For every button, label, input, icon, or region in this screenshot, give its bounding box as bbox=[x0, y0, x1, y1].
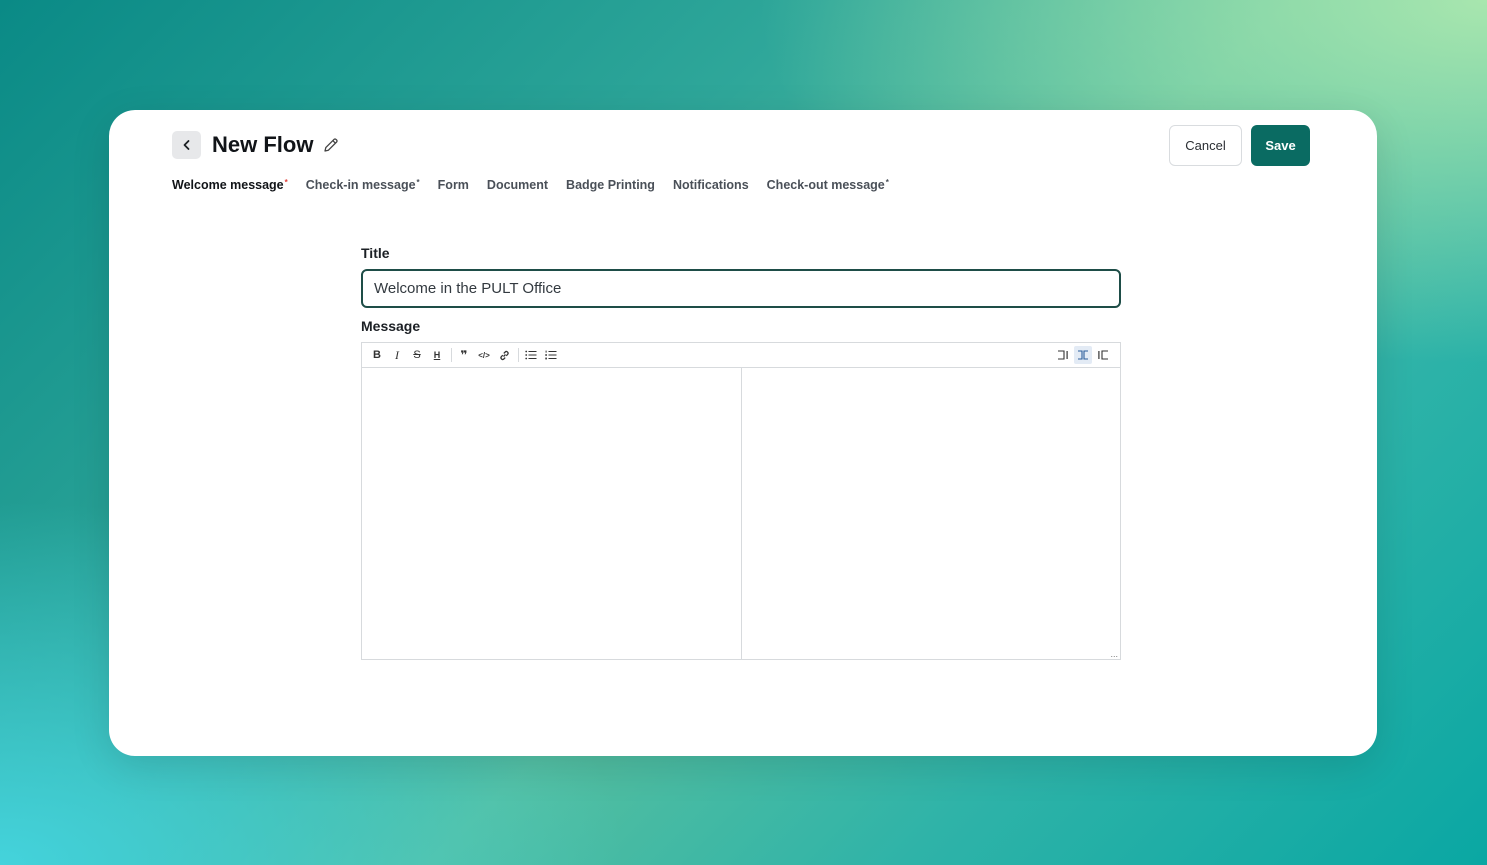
editor-panes bbox=[362, 368, 1120, 659]
italic-button[interactable]: I bbox=[388, 346, 406, 364]
required-marker: * bbox=[416, 178, 420, 187]
pencil-icon[interactable] bbox=[322, 136, 340, 154]
welcome-message-form: Title Message B I S H ❞ </> bbox=[361, 244, 1121, 660]
code-button[interactable]: </> bbox=[475, 346, 493, 364]
numbered-list-icon bbox=[545, 350, 557, 360]
tab-check-out-message[interactable]: Check-out message* bbox=[767, 177, 889, 193]
preview-pane-icon bbox=[1098, 350, 1108, 360]
edit-pane-icon bbox=[1058, 350, 1068, 360]
bullet-list-button[interactable] bbox=[522, 346, 540, 364]
tab-welcome-message[interactable]: Welcome message* bbox=[172, 177, 288, 193]
split-pane-icon bbox=[1078, 350, 1088, 360]
markdown-input-pane[interactable] bbox=[362, 368, 742, 659]
markdown-editor: B I S H ❞ </> ... bbox=[361, 342, 1121, 660]
preview-mode-button[interactable] bbox=[1094, 346, 1112, 364]
split-mode-button[interactable] bbox=[1074, 346, 1092, 364]
toolbar-divider bbox=[518, 348, 519, 362]
title-input[interactable] bbox=[361, 269, 1121, 308]
preview-pane bbox=[742, 368, 1121, 659]
tab-document[interactable]: Document bbox=[487, 177, 548, 193]
cancel-button[interactable]: Cancel bbox=[1169, 125, 1242, 166]
tab-label: Check-out message bbox=[766, 178, 885, 192]
heading-button[interactable]: H bbox=[428, 346, 446, 364]
page-title: New Flow bbox=[212, 132, 314, 157]
edit-mode-button[interactable] bbox=[1054, 346, 1072, 364]
tab-label: Form bbox=[437, 178, 469, 192]
bold-button[interactable]: B bbox=[368, 346, 386, 364]
required-marker: * bbox=[885, 178, 889, 187]
bullet-list-icon bbox=[525, 350, 537, 360]
required-marker: * bbox=[284, 178, 288, 187]
tab-bar: Welcome message* Check-in message* Form … bbox=[172, 177, 907, 193]
tab-notifications[interactable]: Notifications bbox=[673, 177, 749, 193]
message-label: Message bbox=[361, 318, 421, 334]
flow-editor-card: New Flow Cancel Save Welcome message* Ch… bbox=[109, 110, 1377, 756]
back-button[interactable] bbox=[172, 131, 201, 159]
editor-toolbar: B I S H ❞ </> bbox=[362, 343, 1120, 368]
view-mode-group bbox=[1054, 346, 1114, 364]
tab-label: Welcome message bbox=[172, 178, 284, 192]
toolbar-divider bbox=[451, 348, 452, 362]
tab-label: Document bbox=[486, 178, 549, 192]
numbered-list-button[interactable] bbox=[542, 346, 560, 364]
quote-button[interactable]: ❞ bbox=[455, 346, 473, 364]
link-icon bbox=[499, 350, 509, 360]
tab-label: Badge Printing bbox=[566, 178, 655, 192]
save-button[interactable]: Save bbox=[1251, 125, 1310, 166]
resize-handle[interactable]: ... bbox=[1110, 650, 1118, 659]
title-label: Title bbox=[361, 245, 390, 261]
link-button[interactable] bbox=[495, 346, 513, 364]
tab-form[interactable]: Form bbox=[438, 177, 469, 193]
tab-label: Notifications bbox=[672, 178, 749, 192]
strikethrough-button[interactable]: S bbox=[408, 346, 426, 364]
chevron-left-icon bbox=[183, 140, 189, 150]
tab-check-in-message[interactable]: Check-in message* bbox=[306, 177, 420, 193]
tab-badge-printing[interactable]: Badge Printing bbox=[566, 177, 655, 193]
tab-label: Check-in message bbox=[305, 178, 416, 192]
